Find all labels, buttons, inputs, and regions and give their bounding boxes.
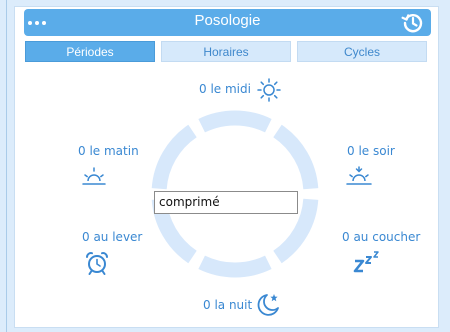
ring-segment-3[interactable]	[198, 255, 272, 278]
ring-segment-5[interactable]	[151, 124, 197, 190]
alarm-clock-icon	[86, 252, 108, 275]
period-nuit-label[interactable]: 0 la nuit	[203, 298, 252, 312]
period-lever-label[interactable]: 0 au lever	[82, 230, 142, 244]
ring-segment-6[interactable]	[198, 110, 272, 133]
period-coucher-label[interactable]: 0 au coucher	[342, 230, 420, 244]
ring-segment-1[interactable]	[273, 124, 319, 190]
tab-cycles[interactable]: Cycles	[297, 41, 427, 62]
sunset-icon	[346, 166, 372, 185]
history-icon[interactable]	[401, 11, 425, 35]
tab-horaires[interactable]: Horaires	[161, 41, 291, 62]
window-edge	[6, 0, 7, 332]
sun-icon	[257, 78, 281, 102]
title-bar: Posologie	[24, 9, 431, 36]
tab-periodes[interactable]: Périodes	[25, 41, 155, 62]
period-midi-label[interactable]: 0 le midi	[199, 82, 251, 96]
unit-input[interactable]: comprimé	[154, 191, 298, 214]
page-title: Posologie	[194, 12, 261, 29]
period-soir-label[interactable]: 0 le soir	[347, 144, 395, 158]
period-matin-label[interactable]: 0 le matin	[78, 144, 139, 158]
moon-icon	[257, 294, 279, 316]
sleep-icon	[353, 251, 379, 273]
sunrise-icon	[82, 167, 106, 185]
